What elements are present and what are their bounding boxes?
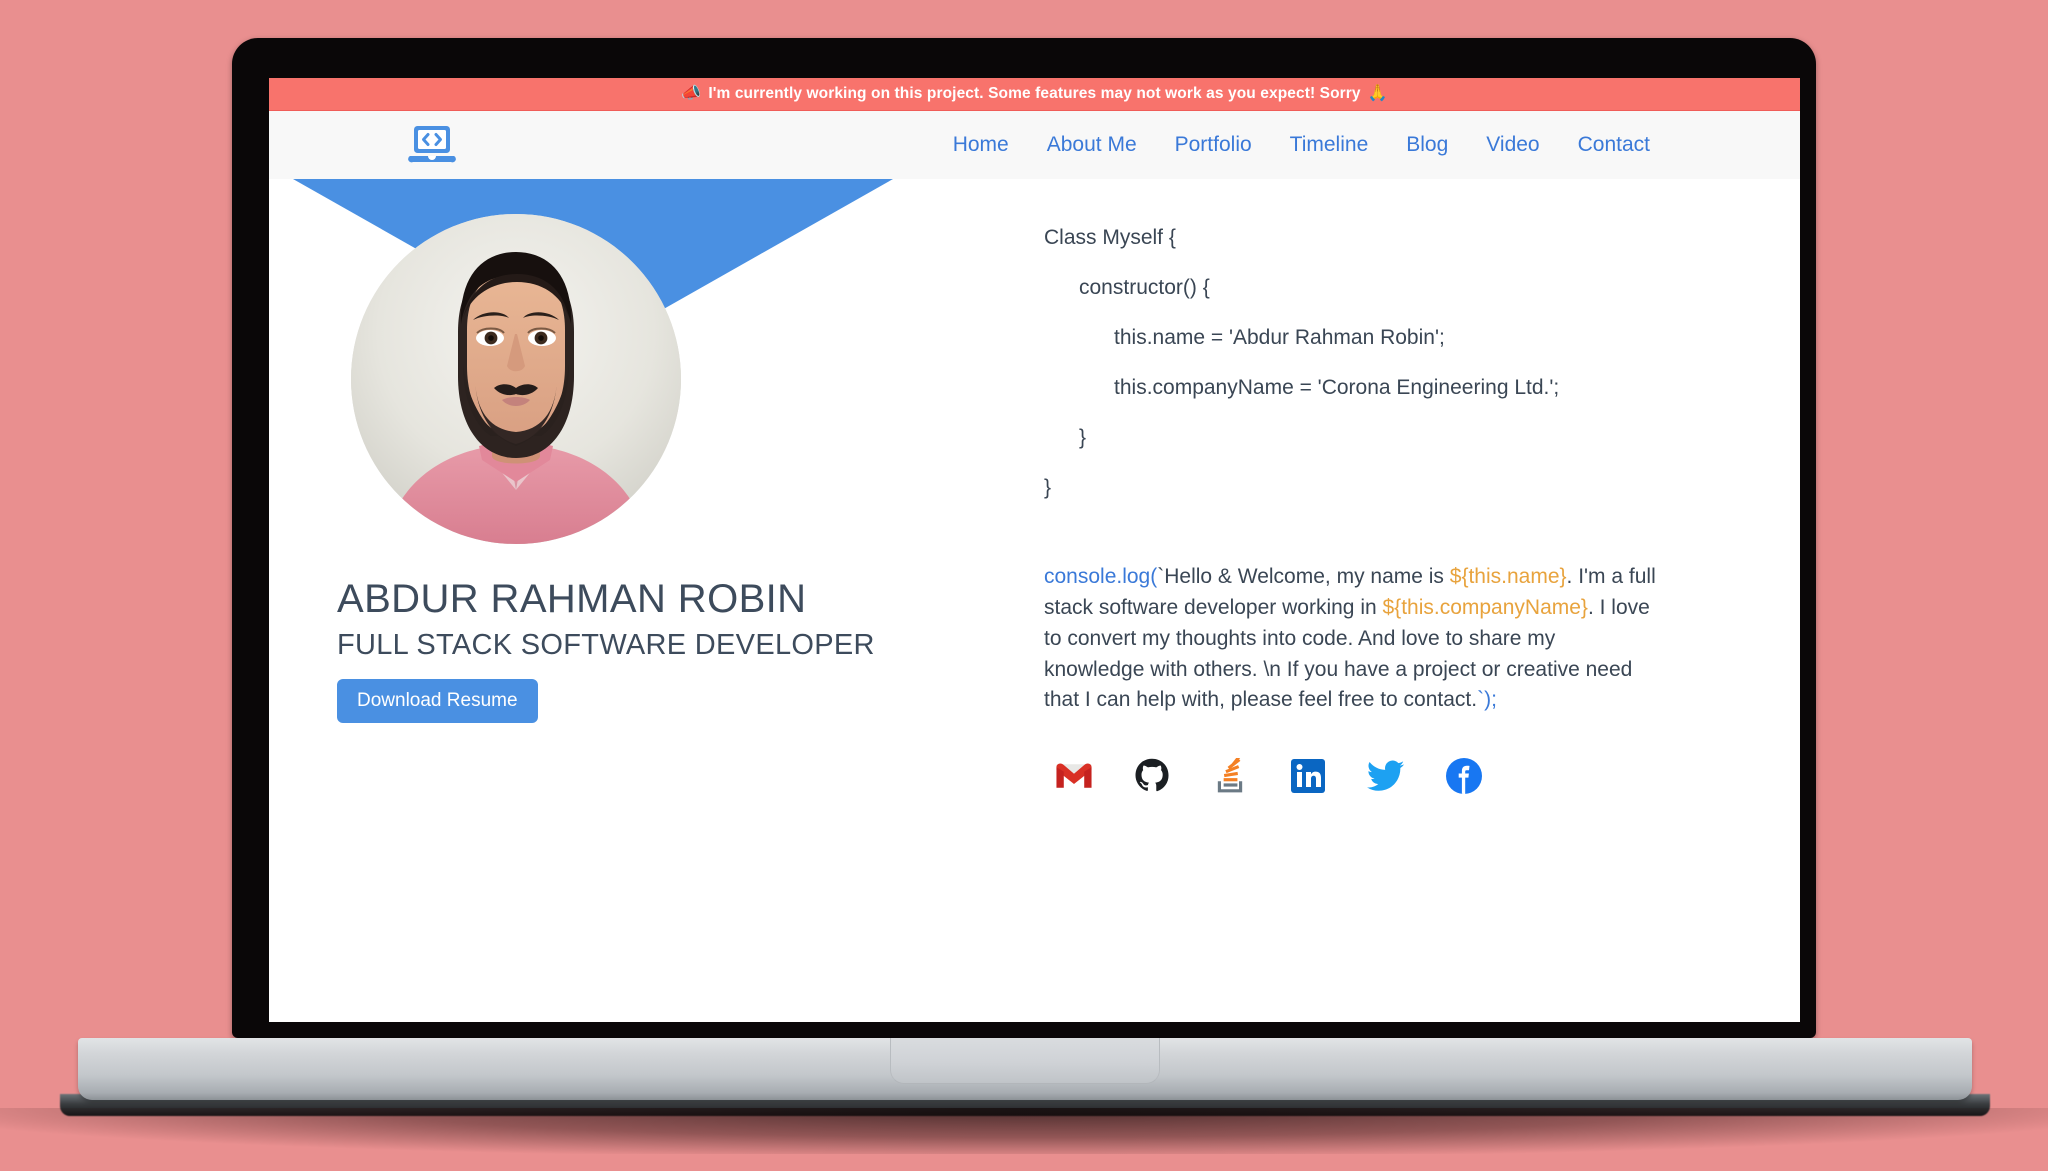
hero-left-column: ABDUR RAHMAN ROBIN FULL STACK SOFTWARE D… [269,179,984,1022]
nav-link-timeline[interactable]: Timeline [1290,133,1369,157]
gmail-icon[interactable] [1054,756,1094,796]
announcement-bar: 📣 I'm currently working on this project.… [269,78,1800,111]
code-line: } [1044,426,1087,449]
nav-link-home[interactable]: Home [953,133,1009,157]
hero-section: ABDUR RAHMAN ROBIN FULL STACK SOFTWARE D… [269,179,1800,1022]
laptop-shadow [0,1108,2048,1154]
laptop-mockup: 📣 I'm currently working on this project.… [0,0,2048,1171]
github-icon[interactable] [1132,756,1172,796]
avatar [351,214,681,544]
nav-link-blog[interactable]: Blog [1406,133,1448,157]
stackoverflow-icon[interactable] [1210,756,1250,796]
social-links [1044,756,1740,796]
console-log-tail: ); [1484,688,1497,712]
template-var-name: ${this.name} [1449,565,1567,588]
console-log-statement: console.log(`Hello & Welcome, my name is… [1044,562,1659,716]
code-line: constructor() { [1044,276,1210,299]
twitter-icon[interactable] [1366,756,1406,796]
nav-link-video[interactable]: Video [1486,133,1539,157]
template-var-company: ${this.companyName} [1382,595,1588,619]
code-block: Class Myself { constructor() { this.name… [1044,227,1740,498]
console-text-1: Hello & Welcome, my name is [1164,565,1450,588]
nav-links: Home About Me Portfolio Timeline Blog Vi… [953,133,1650,157]
laptop-code-icon[interactable] [407,120,457,170]
folded-hands-icon: 🙏 [1367,85,1388,102]
facebook-icon[interactable] [1444,756,1484,796]
laptop-base [78,1038,1972,1100]
site-navbar: Home About Me Portfolio Timeline Blog Vi… [269,111,1800,179]
linkedin-icon[interactable] [1288,756,1328,796]
page-title: ABDUR RAHMAN ROBIN [337,577,807,621]
code-line: } [1044,476,1052,499]
laptop-base-notch [890,1038,1160,1084]
console-log-fn: console.log( [1044,565,1158,588]
announcement-text: I'm currently working on this project. S… [708,85,1361,102]
megaphone-icon: 📣 [681,85,702,102]
laptop-screen: 📣 I'm currently working on this project.… [269,78,1800,1022]
code-line: Class Myself { [1044,226,1176,249]
download-resume-button[interactable]: Download Resume [337,679,538,723]
hero-right-column: Class Myself { constructor() { this.name… [984,179,1800,1022]
code-line: this.companyName = 'Corona Engineering L… [1044,376,1560,399]
nav-link-contact[interactable]: Contact [1578,133,1650,157]
hero-subtitle: FULL STACK SOFTWARE DEVELOPER [337,629,875,661]
code-line: this.name = 'Abdur Rahman Robin'; [1044,326,1445,349]
nav-link-portfolio[interactable]: Portfolio [1175,133,1252,157]
nav-link-about-me[interactable]: About Me [1047,133,1137,157]
